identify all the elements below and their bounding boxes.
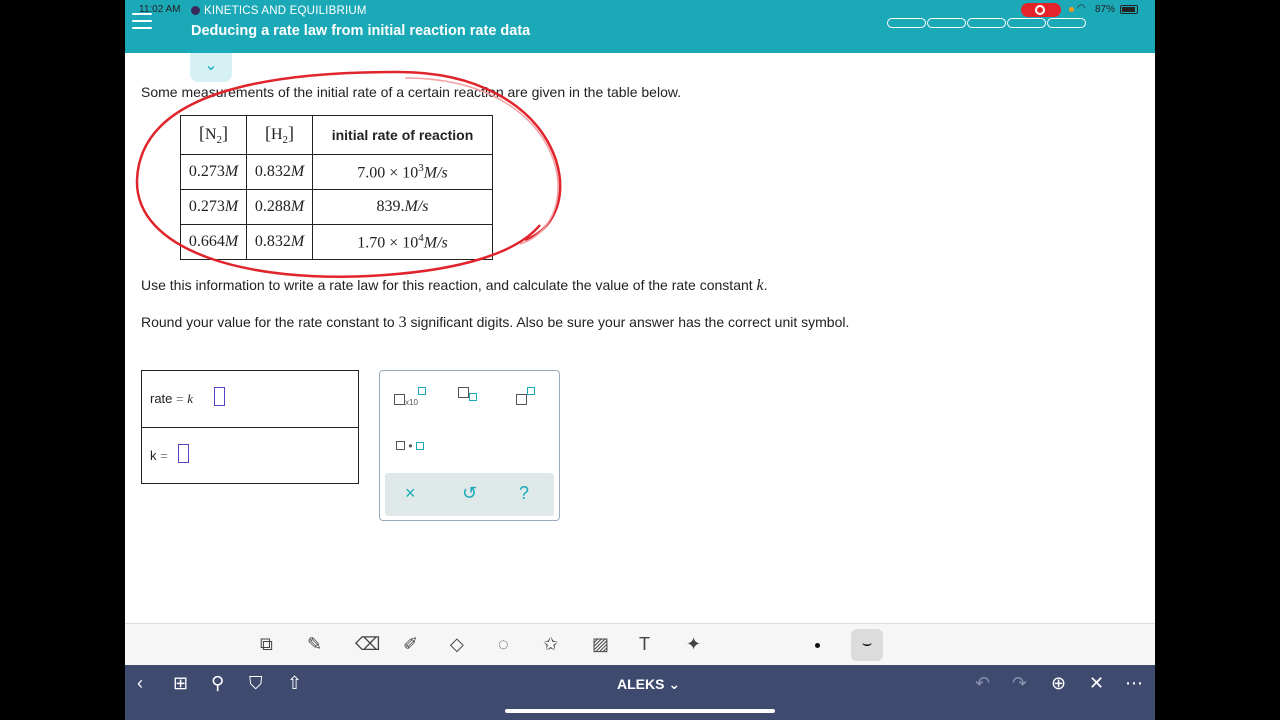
rate-law-label: rate = k [150,391,194,406]
table-header-row: [N2] [H2] initial rate of reaction [180,115,493,155]
search-icon[interactable]: ⚲ [211,673,224,694]
back-icon[interactable]: ‹ [137,673,143,694]
help-button[interactable]: ? [519,483,529,504]
problem-intro: Some measurements of the initial rate of… [141,84,682,100]
battery-percent: 87% [1095,4,1116,15]
screen: 11:02 AM KINETICS AND EQUILIBRIUM Deduci… [125,0,1155,720]
k-row: k = [142,427,358,483]
laser-pointer-icon[interactable]: ✦ [686,634,701,655]
image-icon[interactable]: ▨ [592,634,609,655]
lasso-select-icon[interactable]: ⧉ [260,634,273,655]
h2-cell: 0.832M [246,154,313,190]
progress-segment [887,18,926,28]
table-row: 0.664M 0.832M 1.70 × 104M/s [180,224,493,260]
bookmark-icon[interactable]: ⛉ [249,673,263,694]
h2-header: [H2] [246,115,313,155]
header-bar: 11:02 AM KINETICS AND EQUILIBRIUM Deduci… [125,0,1155,53]
table-row: 0.273M 0.288M 839.M/s [180,189,493,225]
rate-cell: 7.00 × 103M/s [312,154,493,190]
more-icon[interactable]: ⋯ [1125,673,1143,694]
progress-segment [927,18,966,28]
stroke-style-selected-icon[interactable]: ⌣ [851,629,883,661]
h2-cell: 0.288M [246,189,313,225]
subscript-button[interactable] [458,387,477,401]
undo-button[interactable]: ↺ [462,483,477,504]
progress-bar [887,18,1087,28]
highlighter-icon[interactable]: ✐ [403,634,418,655]
rate-law-input[interactable] [214,387,225,406]
clear-button[interactable]: × [405,483,416,504]
progress-segment [1007,18,1046,28]
pen-size-dot[interactable] [815,643,820,648]
rate-header: initial rate of reaction [312,115,493,155]
n2-cell: 0.664M [180,224,247,260]
status-time: 11:02 AM [139,4,181,15]
topic-icon [191,6,200,15]
lasso-icon[interactable]: ◌ [498,634,509,655]
n2-cell: 0.273M [180,189,247,225]
multiply-dot-button[interactable]: • [396,439,424,453]
grid-icon[interactable]: ⊞ [173,673,188,694]
app-name[interactable]: ALEKS ⌄ [617,676,680,693]
add-page-icon[interactable]: ⊕ [1051,673,1066,694]
h2-cell: 0.832M [246,224,313,260]
shapes-icon[interactable]: ◇ [450,634,464,655]
k-label: k = [150,448,168,463]
rounding-instruction: Round your value for the rate constant t… [141,314,850,331]
problem-instruction: Use this information to write a rate law… [141,277,768,294]
scientific-notation-button[interactable]: x10 [394,387,426,408]
rate-cell: 1.70 × 104M/s [312,224,493,260]
math-palette: x10 • × ↺ ? [379,370,560,521]
rate-data-table: [N2] [H2] initial rate of reaction 0.273… [180,115,493,260]
wifi-icon: ◠ [1077,3,1086,14]
collapse-tab-chevron-down-icon[interactable]: ⌄ [190,53,232,82]
undo-icon[interactable]: ↶ [975,673,990,694]
share-icon[interactable]: ⇧ [287,673,302,694]
palette-actions: × ↺ ? [385,473,554,516]
sticker-icon[interactable]: ✩ [543,634,558,655]
k-value-input[interactable] [178,444,189,463]
n2-cell: 0.273M [180,154,247,190]
text-icon[interactable]: T [639,634,650,655]
table-row: 0.273M 0.832M 7.00 × 103M/s [180,154,493,190]
progress-segment [1047,18,1086,28]
screen-record-icon[interactable] [1021,3,1061,17]
eraser-icon[interactable]: ⌫ [355,634,380,655]
page-title: Deducing a rate law from initial reactio… [191,23,531,39]
pen-icon[interactable]: ✎ [307,634,322,655]
menu-icon[interactable] [132,13,152,29]
answer-box: rate = k k = [141,370,359,484]
progress-segment [967,18,1006,28]
rate-law-row: rate = k [142,371,358,427]
home-indicator [505,709,775,713]
topic-label: KINETICS AND EQUILIBRIUM [191,5,367,17]
redo-icon[interactable]: ↷ [1012,673,1027,694]
superscript-button[interactable] [516,387,535,408]
battery-icon [1120,5,1138,14]
n2-header: [N2] [180,115,247,155]
bottom-bar: ‹ ⊞ ⚲ ⛉ ⇧ ALEKS ⌄ ↶ ↷ ⊕ ✕ ⋯ [125,665,1155,720]
close-edit-icon[interactable]: ✕ [1089,673,1104,694]
mic-indicator-icon [1069,7,1074,12]
drawing-toolbar: ⧉ ✎ ⌫ ✐ ◇ ◌ ✩ ▨ T ✦ ⌣ [125,623,1155,665]
rate-cell: 839.M/s [312,189,493,225]
